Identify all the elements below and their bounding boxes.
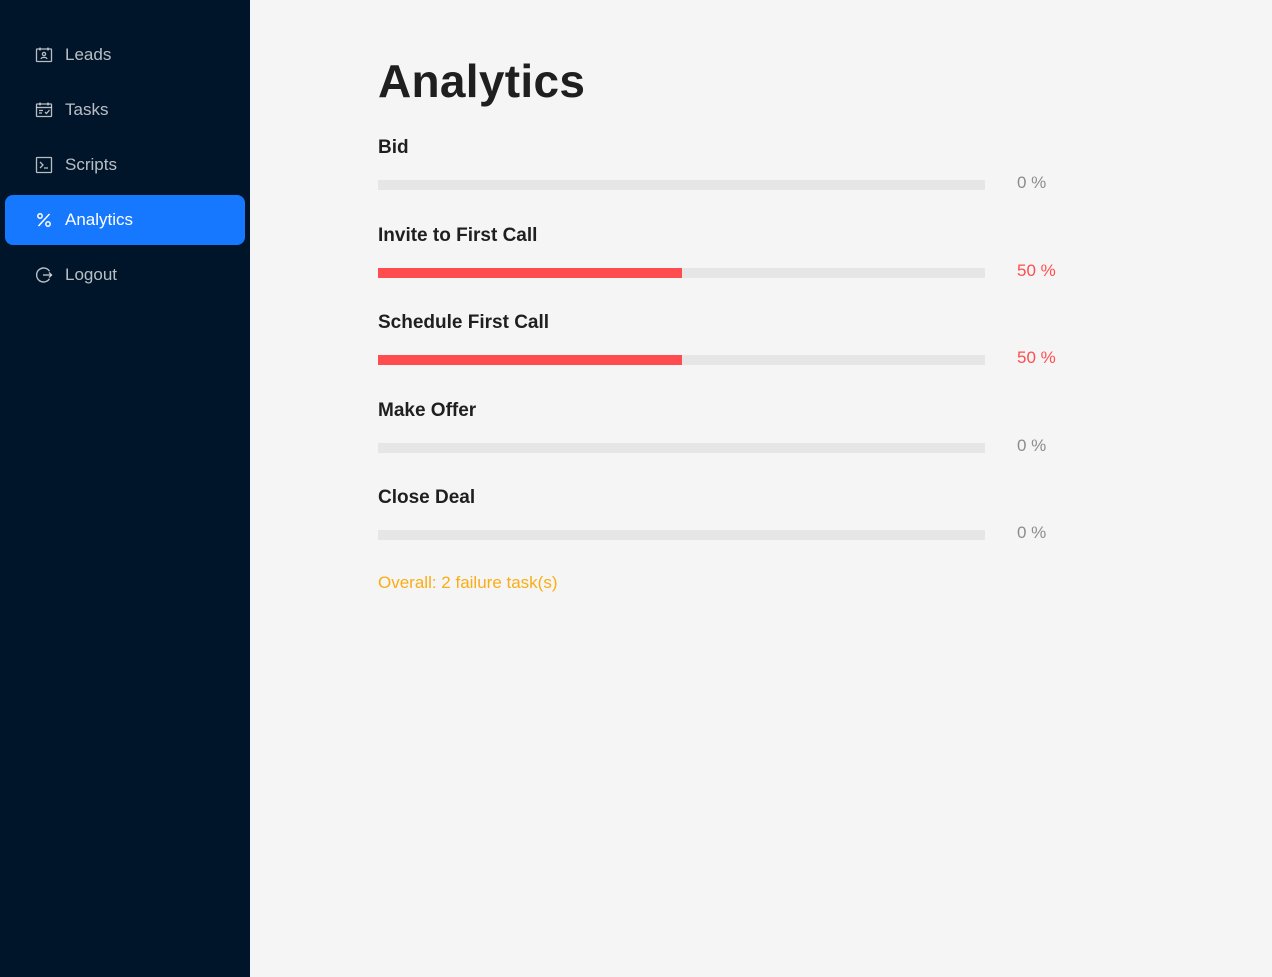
sidebar-item-label: Analytics — [65, 210, 134, 229]
progress-fill — [378, 355, 682, 365]
progress-percent: 50 % — [1017, 348, 1056, 367]
contacts-icon — [35, 46, 53, 64]
progress-bar — [378, 268, 985, 278]
stage-label: Make Offer — [378, 400, 477, 421]
stage-close-deal: Close Deal 0 % — [378, 487, 1078, 567]
progress-percent: 0 % — [1017, 436, 1047, 455]
sidebar-item-analytics[interactable]: Analytics — [5, 195, 245, 245]
sidebar-item-logout[interactable]: Logout — [5, 250, 245, 300]
stage-label: Close Deal — [378, 487, 476, 508]
stage-invite-to-first-call: Invite to First Call 50 % — [378, 225, 1078, 305]
schedule-icon — [35, 101, 53, 119]
overall-status: Overall: 2 failure task(s) — [378, 573, 558, 592]
progress-bar — [378, 443, 985, 453]
stage-label: Schedule First Call — [378, 312, 550, 333]
logout-icon — [35, 266, 53, 284]
sidebar-item-scripts[interactable]: Scripts — [5, 140, 245, 190]
stage-label: Bid — [378, 137, 409, 158]
progress-bar — [378, 530, 985, 540]
stage-schedule-first-call: Schedule First Call 50 % — [378, 312, 1078, 392]
sidebar-item-label: Tasks — [65, 100, 109, 119]
sidebar: Leads Tasks Scripts Analytics Logout — [0, 0, 250, 977]
sidebar-item-tasks[interactable]: Tasks — [5, 85, 245, 135]
sidebar-item-label: Logout — [65, 265, 117, 284]
sidebar-item-label: Leads — [65, 45, 112, 64]
progress-percent: 0 % — [1017, 523, 1047, 542]
sidebar-item-label: Scripts — [65, 155, 117, 174]
page-title: Analytics — [378, 55, 586, 107]
progress-fill — [378, 268, 682, 278]
percentage-icon — [35, 211, 53, 229]
progress-bar — [378, 180, 985, 190]
stage-bid: Bid 0 % — [378, 137, 1078, 217]
progress-bar — [378, 355, 985, 365]
progress-percent: 0 % — [1017, 173, 1047, 192]
stage-label: Invite to First Call — [378, 225, 538, 246]
progress-percent: 50 % — [1017, 261, 1056, 280]
code-icon — [35, 156, 53, 174]
sidebar-item-leads[interactable]: Leads — [5, 30, 245, 80]
stage-make-offer: Make Offer 0 % — [378, 400, 1078, 480]
